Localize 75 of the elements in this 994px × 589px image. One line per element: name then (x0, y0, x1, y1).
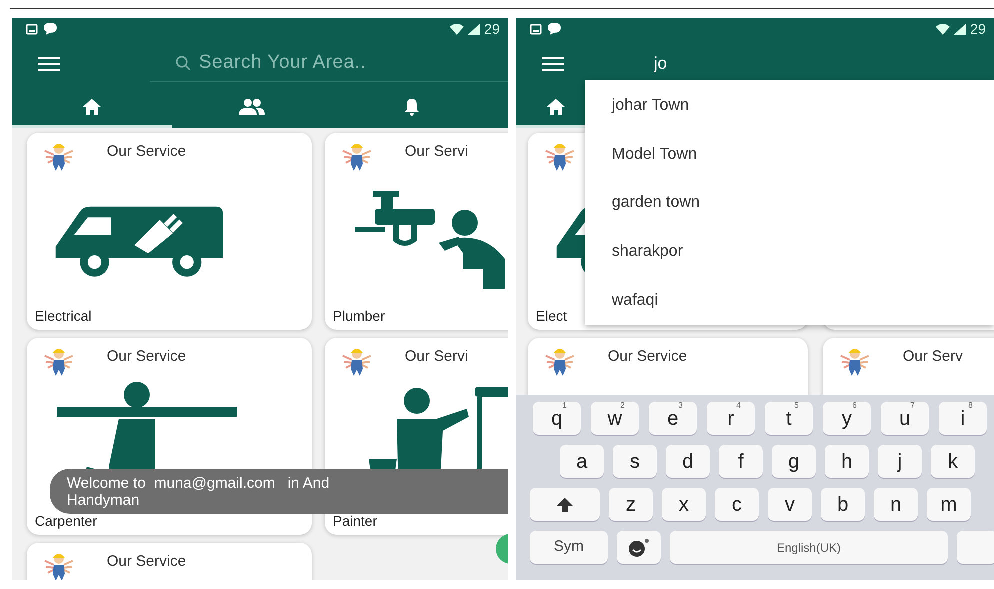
key[interactable]: j (878, 445, 922, 478)
service-label: Plumber (333, 308, 386, 324)
key-hint: 8 (968, 402, 973, 410)
service-card[interactable]: Our Servi Plumber (325, 133, 508, 330)
key-hint: 2 (620, 402, 625, 410)
key[interactable]: u 7 (881, 402, 929, 435)
key[interactable]: w 2 (591, 402, 639, 435)
smiley-icon (628, 538, 650, 558)
service-label: Electrical (35, 308, 93, 324)
service-card[interactable]: Our Service (27, 543, 312, 580)
key-hint: 1 (562, 402, 567, 410)
menu-icon[interactable] (542, 57, 564, 71)
suggestion-item[interactable]: Model Town (585, 130, 994, 180)
notification-icon (530, 24, 542, 34)
signal-icon (468, 24, 480, 34)
key[interactable]: d (666, 445, 710, 478)
card-title: Our Serv (903, 347, 964, 367)
key[interactable]: v (768, 488, 812, 521)
service-label: Carpenter (35, 513, 98, 529)
key[interactable]: i 8 (939, 402, 987, 435)
key[interactable]: s (613, 445, 657, 478)
card-title: Our Service (608, 347, 688, 367)
key[interactable]: h (825, 445, 869, 478)
chat-icon (548, 23, 561, 35)
home-icon (547, 98, 565, 114)
signal-icon (954, 24, 966, 34)
key-hint: 5 (794, 402, 799, 410)
welcome-toast: Welcome to muna@gmail.com in And Handyman (50, 469, 508, 514)
home-icon (83, 98, 101, 114)
key[interactable]: e 3 (649, 402, 697, 435)
service-label: Elect (536, 308, 568, 324)
key[interactable]: q 1 (533, 402, 581, 435)
key[interactable]: n (874, 488, 918, 521)
battery-level: 29 (484, 22, 500, 36)
card-title: Our Servi (405, 142, 468, 162)
key[interactable]: k (931, 445, 975, 478)
key[interactable]: r 4 (707, 402, 755, 435)
suggestion-item[interactable]: garden town (585, 179, 994, 228)
wifi-icon (936, 24, 950, 34)
service-card[interactable]: Our Service Electrical (27, 133, 312, 330)
key-hint: 7 (910, 402, 915, 410)
key[interactable]: b (821, 488, 865, 521)
notification-icon (26, 24, 38, 34)
menu-icon[interactable] (38, 57, 60, 71)
wifi-icon (450, 24, 464, 34)
card-title: Our Service (107, 552, 186, 572)
space-key[interactable]: English(UK) (670, 531, 948, 564)
key[interactable]: g (772, 445, 816, 478)
shift-icon (557, 498, 573, 512)
key[interactable]: y 6 (823, 402, 871, 435)
key[interactable]: a (560, 445, 604, 478)
suggestion-item[interactable]: johar Town (585, 82, 994, 131)
shift-key[interactable] (530, 488, 600, 521)
key[interactable]: c (715, 488, 759, 521)
card-title: Our Service (107, 142, 186, 162)
key[interactable]: z (609, 488, 653, 521)
service-label: Painter (333, 513, 378, 529)
card-title: Our Service (107, 347, 186, 367)
key[interactable]: t 5 (765, 402, 813, 435)
key[interactable]: x (662, 488, 706, 521)
emoji-key[interactable] (617, 531, 661, 564)
bell-icon (404, 98, 420, 116)
chat-icon (44, 23, 57, 35)
battery-level: 29 (970, 22, 986, 36)
key[interactable]: f (719, 445, 763, 478)
suggestion-item[interactable]: wafaqi (585, 276, 994, 325)
key-hint: 6 (852, 402, 857, 410)
key-hint: 4 (736, 402, 741, 410)
key[interactable]: Sym (530, 531, 608, 564)
suggestion-item[interactable]: sharakpor (585, 228, 994, 276)
card-title: Our Servi (405, 347, 468, 367)
key[interactable]: m (927, 488, 971, 521)
people-icon (238, 98, 266, 114)
key-hint: 3 (678, 402, 683, 410)
search-icon (176, 56, 191, 71)
